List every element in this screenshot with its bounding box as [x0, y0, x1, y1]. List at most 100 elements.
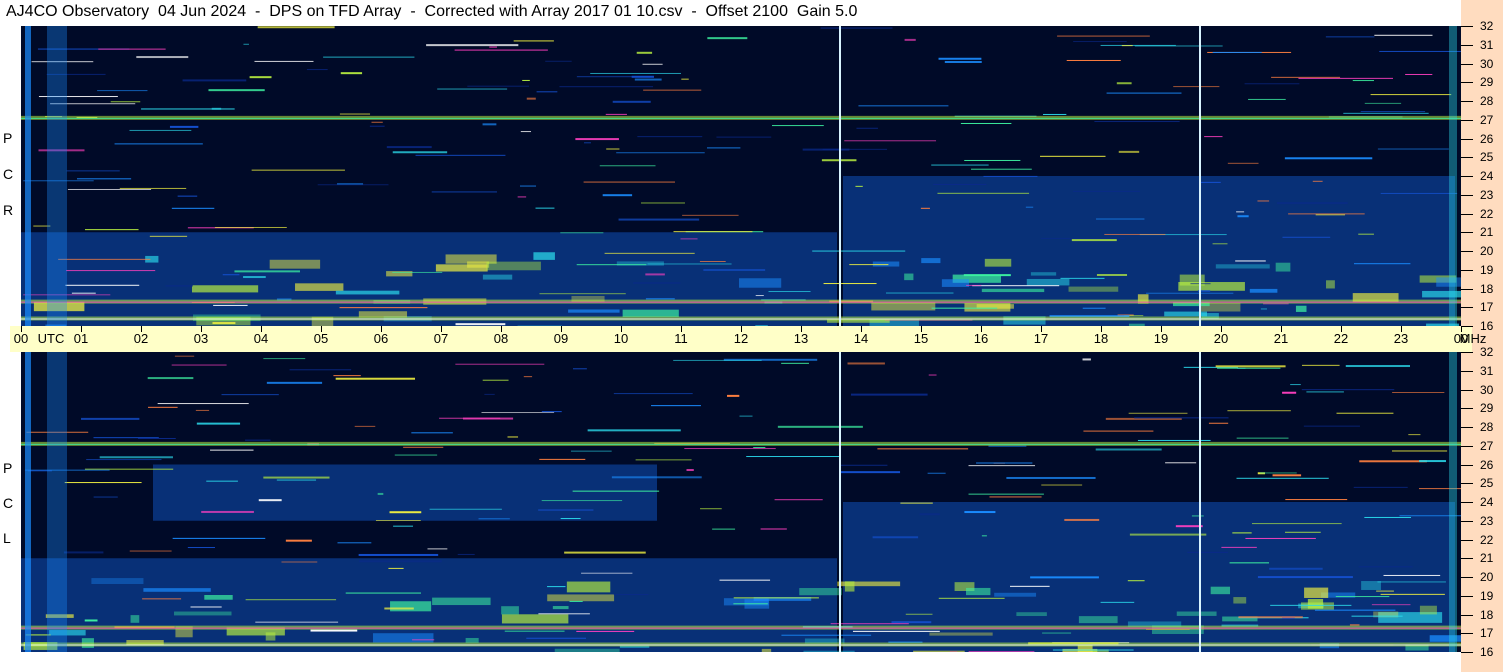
interference-streak	[201, 510, 254, 513]
freq-tick-label: 18	[1480, 607, 1494, 622]
interference-streak	[1191, 515, 1204, 517]
bright-band-core	[21, 318, 1461, 320]
interference-streak	[700, 508, 722, 510]
interference-streak	[1236, 437, 1289, 439]
emission-patch	[1275, 262, 1291, 272]
interference-streak	[642, 63, 663, 65]
interference-streak	[489, 46, 497, 48]
panel-label-letter: P	[3, 130, 13, 146]
interference-streak	[1042, 113, 1067, 115]
freq-tick-label: 23	[1480, 513, 1494, 528]
interference-streak	[354, 425, 376, 427]
time-tick-label: 17	[1033, 331, 1049, 346]
interference-streak	[213, 304, 248, 306]
interference-streak	[1221, 546, 1257, 548]
interference-streak	[99, 456, 173, 459]
freq-tick-label: 24	[1480, 169, 1494, 183]
interference-streak	[1006, 476, 1096, 479]
interference-streak	[457, 553, 475, 555]
emission-patch	[566, 581, 611, 593]
interference-streak	[1272, 474, 1302, 477]
interference-streak	[604, 252, 695, 254]
interference-streak	[1352, 80, 1374, 82]
interference-streak	[1042, 632, 1072, 634]
emission-patch	[622, 309, 679, 317]
interference-streak	[1165, 462, 1197, 464]
bright-band-core	[21, 117, 1461, 119]
interference-streak	[1244, 83, 1300, 85]
emission-patch	[1304, 587, 1329, 598]
interference-streak	[190, 606, 222, 608]
interference-streak	[1041, 484, 1083, 486]
interference-streak	[149, 235, 188, 237]
time-tick	[1041, 326, 1042, 332]
emission-patch	[482, 274, 513, 280]
interference-streak	[858, 105, 949, 107]
interference-streak	[243, 43, 249, 45]
freq-tick	[1461, 652, 1473, 653]
freq-tick	[1461, 119, 1473, 121]
interference-streak	[739, 415, 753, 417]
interference-streak	[335, 377, 416, 380]
interference-streak	[310, 629, 358, 632]
interference-streak	[1358, 566, 1413, 568]
rcp-spectrogram	[21, 26, 1461, 326]
interference-streak	[964, 511, 996, 514]
interference-streak	[222, 274, 240, 276]
freq-tick	[1461, 558, 1473, 560]
lcp-spectrogram-panel	[21, 352, 1461, 652]
interference-streak	[1315, 214, 1346, 216]
emission-patch	[265, 632, 276, 641]
freq-tick-label: 22	[1480, 206, 1494, 221]
time-tick-label: 04	[253, 331, 269, 346]
interference-streak	[1082, 307, 1106, 309]
time-tick	[21, 326, 22, 332]
interference-streak	[968, 651, 1035, 652]
interference-streak	[938, 597, 1005, 599]
freq-tick	[1461, 26, 1473, 27]
freq-tick	[1461, 633, 1473, 635]
interference-streak	[386, 146, 432, 149]
interference-streak	[1217, 367, 1281, 369]
interference-streak	[339, 113, 371, 115]
interference-streak	[1245, 537, 1316, 539]
interference-streak	[633, 282, 681, 284]
emission-patch	[568, 309, 620, 313]
interference-streak	[1236, 211, 1245, 213]
bright-band-core	[21, 627, 1461, 629]
emission-patch	[1436, 277, 1461, 287]
panel-label-letter: P	[3, 460, 13, 476]
freq-tick-label: 30	[1480, 56, 1494, 71]
interference-streak	[415, 154, 506, 156]
freq-tick-label: 32	[1480, 19, 1494, 33]
time-tick	[1401, 326, 1402, 332]
interference-streak	[67, 188, 152, 190]
interference-streak	[541, 411, 562, 413]
emission-patch	[1078, 616, 1118, 624]
interference-streak	[1096, 218, 1145, 220]
freq-tick	[1461, 269, 1473, 271]
freq-tick	[1461, 232, 1473, 234]
freq-tick	[1461, 157, 1473, 159]
interference-streak	[394, 454, 438, 456]
interference-streak	[1298, 77, 1393, 79]
time-tick-label: 21	[1273, 331, 1289, 346]
interference-streak	[520, 131, 532, 133]
emission-patch	[941, 279, 970, 287]
interference-streak	[820, 27, 893, 29]
emission-patch	[1215, 264, 1270, 269]
rcp-spectrogram-panel	[21, 26, 1461, 326]
interference-streak	[877, 448, 969, 450]
interference-streak	[1040, 155, 1106, 157]
interference-streak	[1419, 460, 1446, 463]
interference-streak	[58, 258, 151, 260]
interference-streak	[960, 122, 1012, 124]
interference-streak	[944, 60, 982, 63]
interference-streak	[983, 175, 1038, 177]
freq-tick	[1461, 445, 1473, 447]
interference-streak	[781, 362, 809, 364]
interference-streak	[1288, 213, 1365, 215]
interference-streak	[359, 560, 442, 563]
interference-streak	[187, 547, 215, 549]
freq-tick-label: 16	[1480, 319, 1494, 333]
